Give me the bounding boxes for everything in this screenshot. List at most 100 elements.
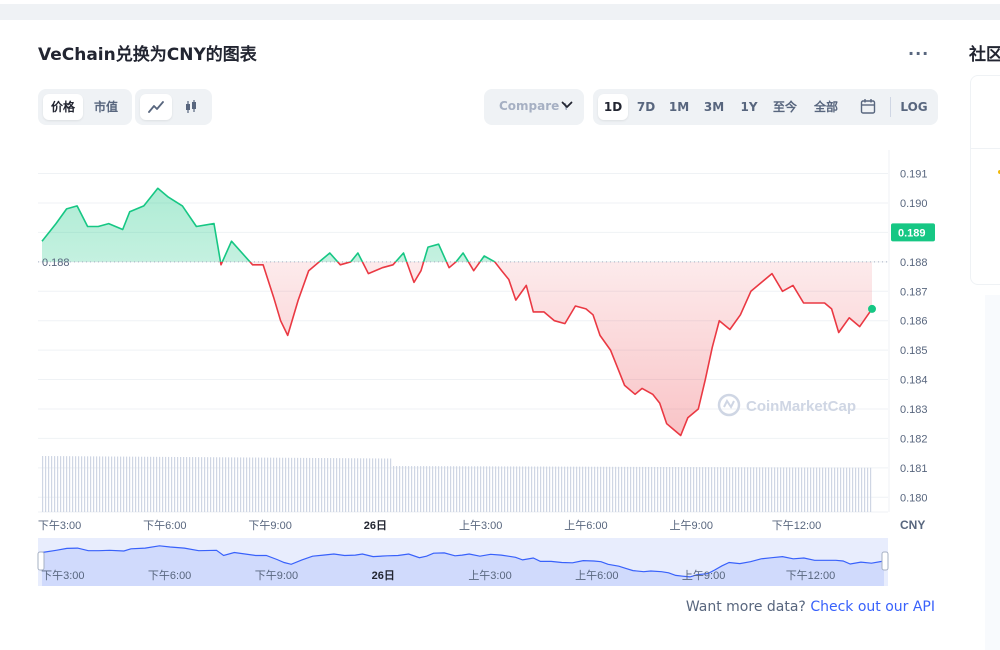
volume-bar — [588, 466, 590, 512]
navigator-right-handle[interactable] — [881, 551, 889, 571]
volume-bar — [291, 457, 293, 512]
volume-bar — [102, 456, 104, 512]
volume-bar — [459, 466, 461, 512]
volume-bar — [357, 458, 359, 512]
volume-bar — [528, 466, 530, 512]
volume-bar — [294, 457, 296, 512]
volume-bar — [816, 467, 818, 512]
volume-bar — [177, 456, 179, 512]
volume-bar — [210, 457, 212, 512]
volume-bar — [744, 467, 746, 512]
volume-bar — [789, 467, 791, 512]
volume-bar — [42, 456, 44, 512]
volume-bar — [354, 458, 356, 512]
volume-bar — [513, 466, 515, 512]
volume-bar — [300, 457, 302, 512]
volume-bar — [576, 466, 578, 512]
navigator-left-handle[interactable] — [37, 551, 45, 571]
volume-bar — [579, 466, 581, 512]
volume-bar — [396, 466, 398, 512]
x-axis: 下午3:00 下午6:00 下午9:00 26日 上午3:00 上午6:00 上午9:00 下… — [38, 519, 821, 532]
volume-bar — [660, 466, 662, 512]
volume-bar — [747, 467, 749, 512]
watermark-text: CoinMarketCap — [746, 398, 856, 415]
volume-bar — [414, 466, 416, 512]
volume-bar — [714, 467, 716, 512]
volume-bar — [468, 466, 470, 512]
watermark: CoinMarketCap — [717, 393, 856, 417]
volume-bar — [141, 456, 143, 512]
y-tick-label: 0.184 — [900, 375, 928, 387]
volume-bar — [783, 467, 785, 512]
volume-bar — [75, 456, 77, 512]
volume-bar — [552, 466, 554, 512]
volume-bar — [384, 458, 386, 512]
volume-bar — [699, 467, 701, 512]
volume-bar — [831, 467, 833, 512]
price-chart[interactable]: CoinMarketCap 0.188 0.191 0.190 0.189 0.188… — [0, 0, 1000, 650]
last-price-label: 0.189 — [898, 227, 926, 239]
volume-bar — [570, 466, 572, 512]
volume-bar — [558, 466, 560, 512]
volume-bar — [438, 466, 440, 512]
volume-bar — [483, 466, 485, 512]
volume-bar — [486, 466, 488, 512]
volume-bar — [705, 467, 707, 512]
volume-bar — [690, 467, 692, 512]
volume-bar — [669, 467, 671, 512]
api-link[interactable]: Check out our API — [810, 599, 935, 615]
x-tick-label: 上午3:00 — [459, 519, 502, 532]
volume-bar — [474, 466, 476, 512]
volume-bar — [729, 467, 731, 512]
x-tick-label: 上午6:00 — [564, 519, 607, 532]
volume-bar — [504, 466, 506, 512]
volume-bar — [681, 467, 683, 512]
volume-bar — [318, 457, 320, 512]
volume-bar — [288, 457, 290, 512]
volume-bar — [480, 466, 482, 512]
volume-bar — [87, 456, 89, 512]
y-tick-label: 0.188 — [900, 257, 928, 269]
volume-bar — [150, 456, 152, 512]
volume-bar — [174, 456, 176, 512]
volume-bar — [696, 467, 698, 512]
volume-bar — [819, 467, 821, 512]
volume-bar — [342, 458, 344, 512]
volume-bar — [630, 466, 632, 512]
volume-bar — [324, 458, 326, 512]
volume-bar — [90, 456, 92, 512]
footer-text: Want more data? — [685, 599, 806, 615]
volume-bar — [462, 466, 464, 512]
volume-bar — [792, 467, 794, 512]
volume-bar — [738, 467, 740, 512]
volume-bar — [732, 467, 734, 512]
volume-bar — [273, 457, 275, 512]
volume-bar — [84, 456, 86, 512]
volume-bar — [366, 458, 368, 512]
volume-bar — [618, 466, 620, 512]
volume-bar — [492, 466, 494, 512]
volume-bar — [432, 466, 434, 512]
volume-bar — [657, 466, 659, 512]
volume-bar — [252, 457, 254, 512]
volume-bar — [333, 458, 335, 512]
volume-bar — [477, 466, 479, 512]
volume-bar — [852, 467, 854, 512]
last-price-dot — [868, 304, 876, 313]
volume-bar — [378, 458, 380, 512]
x-tick-label: 下午9:00 — [248, 519, 291, 532]
volume-bar — [573, 466, 575, 512]
volume-bar — [525, 466, 527, 512]
volume-bar — [159, 456, 161, 512]
volume-bar — [717, 467, 719, 512]
navigator-tick-label: 下午9:00 — [255, 569, 298, 582]
volume-bar — [171, 456, 173, 512]
volume-bar — [309, 457, 311, 512]
volume-bar — [105, 456, 107, 512]
volume-bar — [360, 458, 362, 512]
volume-bar — [408, 466, 410, 512]
volume-bar — [156, 456, 158, 512]
volume-bar — [867, 467, 869, 512]
volume-bar — [405, 466, 407, 512]
x-tick-label: 下午6:00 — [143, 519, 186, 532]
